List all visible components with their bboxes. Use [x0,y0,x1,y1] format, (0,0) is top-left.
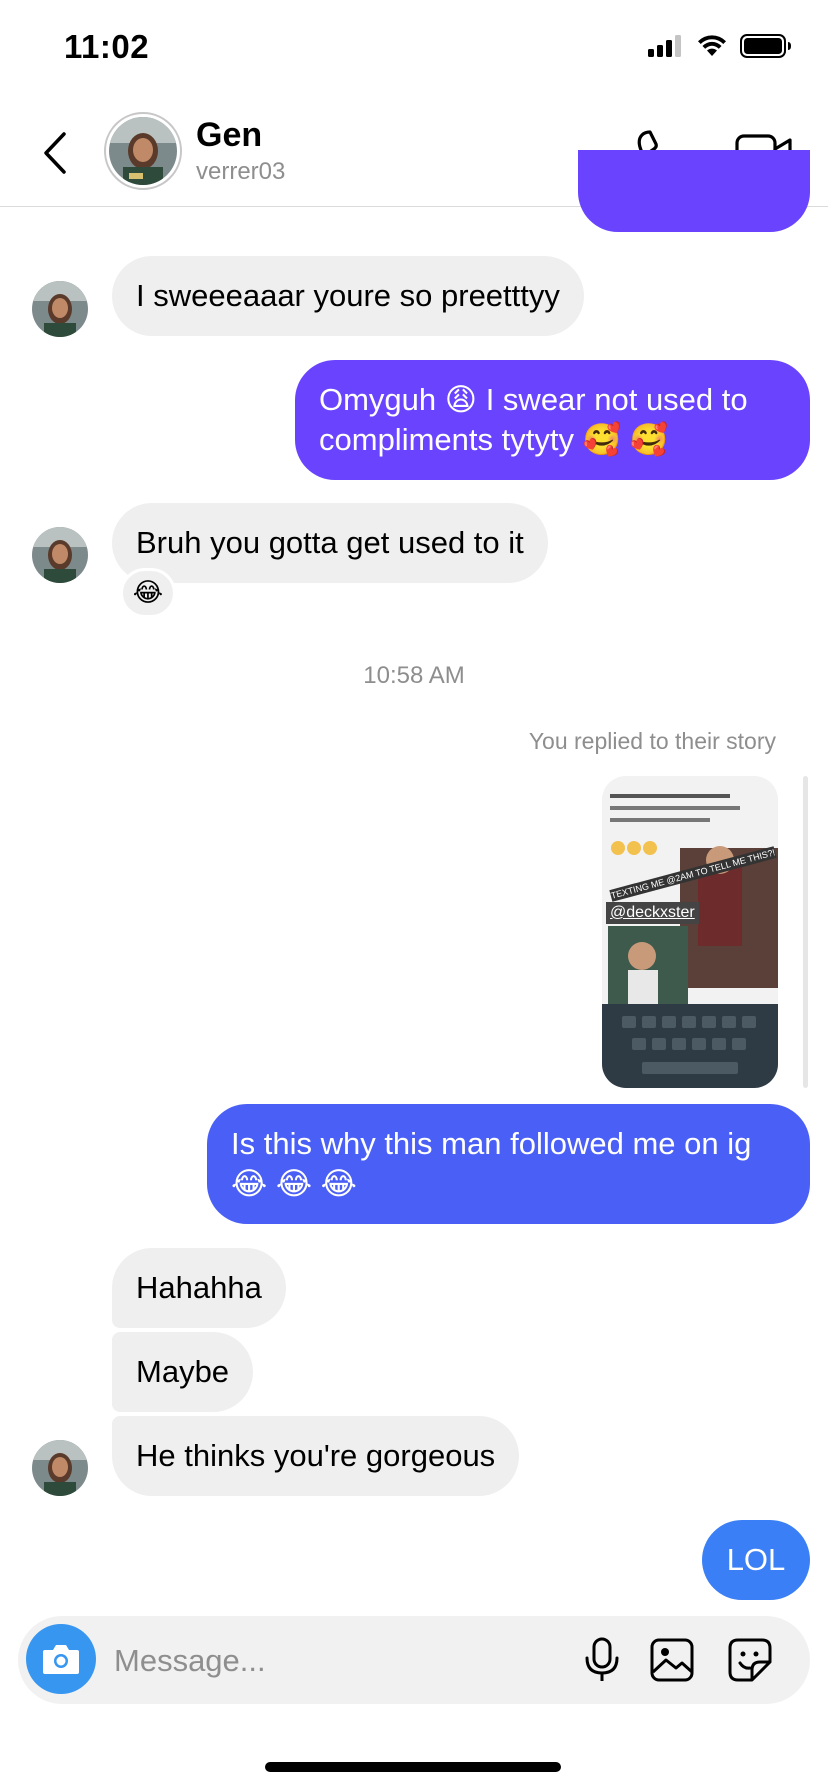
contact-avatar-image [109,117,177,185]
back-button[interactable] [36,128,76,178]
story-mention-tag: @deckxster [606,902,699,924]
outgoing-message[interactable]: Omyguh 😩 I swear not used to compliments… [295,360,810,480]
incoming-message[interactable]: Hahahha [112,1248,286,1328]
back-arrow-icon [44,132,66,174]
message-text-line: compliments tytyty 🥰 🥰 [319,422,669,457]
story-preview[interactable]: TEXTING ME @2AM TO TELL ME THIS?! @deckx… [602,776,778,1088]
story-scroll-indicator [803,776,808,1088]
message-text-line: Is this why this man followed me on ig [231,1126,752,1161]
voice-message-button[interactable] [578,1636,626,1684]
outgoing-message[interactable]: LOL [702,1520,810,1600]
incoming-message[interactable]: He thinks you're gorgeous [112,1416,520,1496]
microphone-icon [585,1637,619,1681]
battery-icon [740,34,791,58]
message-text-line: Omyguh 😩 I swear not used to [319,382,748,417]
contact-name[interactable]: Gen [196,116,262,155]
story-reply-label: You replied to their story [528,728,776,754]
status-time: 11:02 [64,28,150,65]
story-thumbnail-image [602,776,778,1088]
incoming-message[interactable]: Bruh you gotta get used to it [112,503,548,583]
cellular-signal-icon [648,35,681,57]
contact-username[interactable]: verrer03 [196,158,285,186]
contact-avatar-small[interactable] [32,527,88,583]
sticker-button[interactable] [726,1636,774,1684]
gallery-button[interactable] [648,1636,696,1684]
incoming-message[interactable]: I sweeeaaar youre so preetttyy [112,256,584,336]
outgoing-message-partial[interactable] [578,150,810,232]
message-reaction[interactable]: 😂 [120,568,176,618]
message-text-line: 😂 😂 😂 [231,1166,357,1201]
outgoing-message[interactable]: Is this why this man followed me on ig 😂… [207,1104,810,1224]
status-bar: 11:02 [0,0,828,100]
sticker-icon [728,1638,772,1682]
wifi-icon [698,35,726,56]
camera-button[interactable] [26,1624,96,1694]
message-composer [18,1616,810,1704]
status-icons [648,34,792,58]
message-input[interactable] [112,1634,506,1688]
home-indicator [265,1762,561,1772]
contact-avatar[interactable] [104,112,182,190]
image-icon [650,1638,694,1682]
contact-avatar-small[interactable] [32,281,88,337]
timestamp: 10:58 AM [363,662,465,689]
contact-avatar-small[interactable] [32,1440,88,1496]
incoming-message[interactable]: Maybe [112,1332,254,1412]
camera-icon [43,1645,79,1674]
reaction-emoji: 😂 [132,578,164,608]
